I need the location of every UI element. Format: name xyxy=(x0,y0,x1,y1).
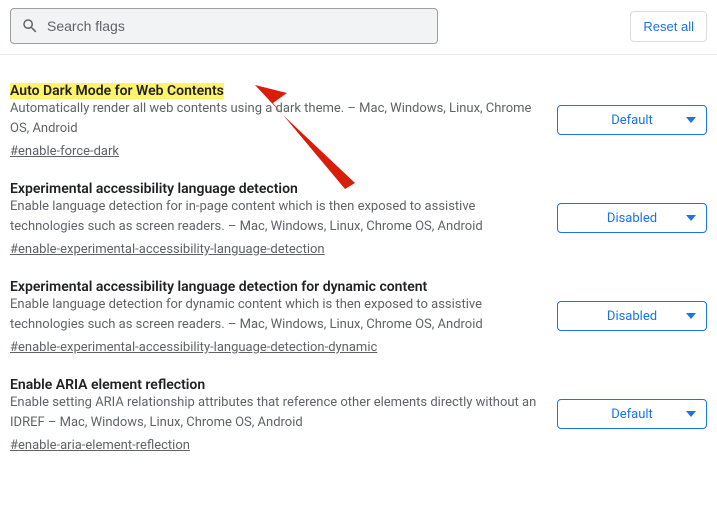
flag-item: Auto Dark Mode for Web Contents Automati… xyxy=(10,65,707,163)
search-input[interactable] xyxy=(39,9,437,43)
dropdown-value: Default xyxy=(611,113,653,128)
flag-item: Experimental accessibility language dete… xyxy=(10,163,707,261)
flag-control: Default xyxy=(557,377,707,429)
flag-info: Experimental accessibility language dete… xyxy=(10,181,543,257)
chevron-down-icon xyxy=(686,311,696,321)
flag-control: Disabled xyxy=(557,279,707,331)
flag-description: Enable language detection for dynamic co… xyxy=(10,295,543,334)
flag-anchor-link[interactable]: #enable-force-dark xyxy=(10,144,119,159)
flag-info: Enable ARIA element reflection Enable se… xyxy=(10,377,543,453)
flag-dropdown[interactable]: Default xyxy=(557,105,707,135)
flag-description: Enable language detection for in-page co… xyxy=(10,197,543,236)
reset-all-button[interactable]: Reset all xyxy=(630,11,707,42)
flag-anchor-link[interactable]: #enable-aria-element-reflection xyxy=(10,438,190,453)
topbar: Reset all xyxy=(0,0,717,55)
chevron-down-icon xyxy=(686,115,696,125)
dropdown-value: Default xyxy=(611,407,653,422)
flag-anchor-link[interactable]: #enable-experimental-accessibility-langu… xyxy=(10,340,377,355)
flag-title: Experimental accessibility language dete… xyxy=(10,181,298,197)
flag-description: Automatically render all web contents us… xyxy=(10,99,543,138)
flag-title: Enable ARIA element reflection xyxy=(10,377,205,393)
flag-item: Experimental accessibility language dete… xyxy=(10,261,707,359)
flag-info: Auto Dark Mode for Web Contents Automati… xyxy=(10,83,543,159)
flag-dropdown[interactable]: Disabled xyxy=(557,301,707,331)
chevron-down-icon xyxy=(686,213,696,223)
dropdown-value: Disabled xyxy=(607,309,657,324)
search-box[interactable] xyxy=(10,8,438,44)
flag-control: Default xyxy=(557,83,707,135)
flag-info: Experimental accessibility language dete… xyxy=(10,279,543,355)
flags-list: Auto Dark Mode for Web Contents Automati… xyxy=(0,55,717,477)
flag-dropdown[interactable]: Disabled xyxy=(557,203,707,233)
flag-title: Experimental accessibility language dete… xyxy=(10,279,427,295)
chevron-down-icon xyxy=(686,409,696,419)
dropdown-value: Disabled xyxy=(607,211,657,226)
flag-description: Enable setting ARIA relationship attribu… xyxy=(10,393,543,432)
search-icon xyxy=(21,17,39,35)
flag-anchor-link[interactable]: #enable-experimental-accessibility-langu… xyxy=(10,242,325,257)
flag-item: Enable ARIA element reflection Enable se… xyxy=(10,359,707,457)
flag-control: Disabled xyxy=(557,181,707,233)
flag-dropdown[interactable]: Default xyxy=(557,399,707,429)
flag-title: Auto Dark Mode for Web Contents xyxy=(10,83,224,99)
